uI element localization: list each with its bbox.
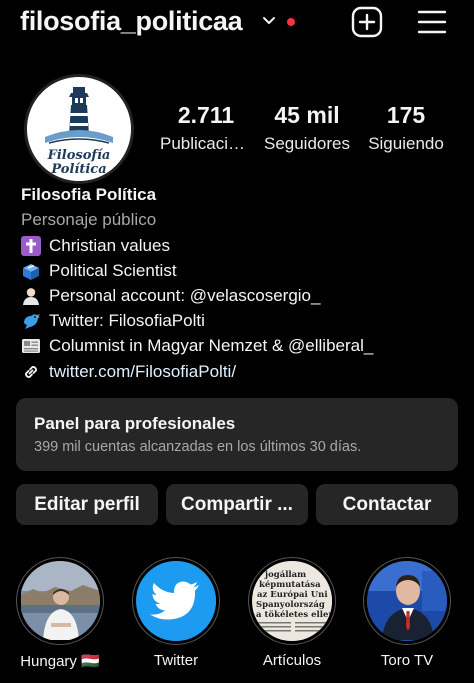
svg-text:képmutatása: képmutatása xyxy=(259,579,321,590)
highlight-cover-twitter xyxy=(136,561,216,641)
svg-text:Política: Política xyxy=(50,162,106,177)
stat-following[interactable]: 175 Siguiendo xyxy=(362,101,450,156)
following-label: Siguiendo xyxy=(368,134,444,153)
followers-label: Seguidores xyxy=(263,134,350,153)
highlight-label: Artículos xyxy=(262,652,322,669)
bio-text: Twitter: FilosofiaPolti xyxy=(49,311,205,331)
share-profile-button[interactable]: Compartir ... xyxy=(166,484,308,525)
highlight-ring: jogállam képmutatása az Európai Uni Span… xyxy=(248,557,336,645)
svg-text:az Európai Uni: az Európai Uni xyxy=(257,589,328,600)
svg-text:jogállam: jogállam xyxy=(264,569,306,580)
posts-label: Publicaciones xyxy=(160,134,252,153)
panel-subtitle: 399 mil cuentas alcanzadas en los último… xyxy=(34,439,362,455)
person-icon xyxy=(23,288,39,305)
notification-dot xyxy=(287,18,295,26)
edit-profile-button[interactable]: Editar perfil xyxy=(16,484,158,525)
highlight-ring xyxy=(16,557,104,645)
panel-title: Panel para profesionales xyxy=(34,414,236,433)
profile-category: Personaje público xyxy=(21,210,157,229)
lighthouse-logo-icon: Filosofía Política xyxy=(27,77,131,181)
svg-text:Spanyolország: Spanyolország xyxy=(256,599,325,610)
bio-text: Christian values xyxy=(49,235,170,255)
highlight-label: Hungary 🇭🇺 xyxy=(20,653,100,670)
highlight-cover-hungary xyxy=(20,561,100,641)
stat-followers[interactable]: 45 mil Seguidores xyxy=(258,101,356,156)
bio-line: Political Scientist xyxy=(21,258,461,283)
bio-text: Columnist in Magyar Nemzet & @elliberal_ xyxy=(49,336,374,356)
highlight-toro-tv[interactable]: Toro TV xyxy=(362,557,452,669)
link-icon xyxy=(25,365,37,378)
highlight-cover-toro-tv xyxy=(367,561,447,641)
followers-count: 45 mil xyxy=(274,102,340,128)
bio-line: Columnist in Magyar Nemzet & @elliberal_ xyxy=(21,334,461,359)
stat-posts[interactable]: 2.711 Publicaciones xyxy=(160,101,252,156)
menu-icon[interactable] xyxy=(417,8,447,36)
highlight-hungary[interactable]: Hungary 🇭🇺 xyxy=(15,557,105,670)
bio-line: Personal account: @velascosergio_ xyxy=(21,283,461,308)
highlight-ring xyxy=(363,557,451,645)
profile-avatar[interactable]: Filosofía Política xyxy=(24,74,134,184)
profile-name: Filosofia Política xyxy=(21,185,157,204)
highlight-articulos[interactable]: jogállam képmutatása az Európai Uni Span… xyxy=(247,557,337,669)
bio-line: Christian values xyxy=(21,233,461,258)
username-switcher[interactable]: filosofia_politicaa xyxy=(20,6,243,37)
latin-cross-icon xyxy=(21,235,41,256)
svg-text:a tökéletes ellen: a tökéletes ellen xyxy=(256,609,332,620)
highlight-label: Toro TV xyxy=(380,652,434,669)
bio-text: Political Scientist xyxy=(49,260,177,280)
newspaper-icon xyxy=(22,339,40,354)
posts-count: 2.711 xyxy=(177,102,235,128)
highlight-twitter[interactable]: Twitter xyxy=(131,557,221,669)
highlight-cover-articulos: jogállam képmutatása az Európai Uni Span… xyxy=(252,561,332,641)
following-count: 175 xyxy=(386,102,426,128)
profile-bio: Christian values Political Scientist Per… xyxy=(21,233,461,384)
contact-button[interactable]: Contactar xyxy=(316,484,458,525)
highlight-label: Twitter xyxy=(153,652,199,669)
bio-link[interactable]: twitter.com/FilosofiaPolti/ xyxy=(21,359,461,384)
create-post-icon[interactable] xyxy=(351,6,383,38)
bio-line: Twitter: FilosofiaPolti xyxy=(21,309,461,334)
bio-link-text[interactable]: twitter.com/FilosofiaPolti/ xyxy=(49,362,236,382)
professional-dashboard[interactable]: Panel para profesionales 399 mil cuentas… xyxy=(16,398,458,471)
twitter-bird-icon xyxy=(136,561,216,640)
svg-text:Filosofía: Filosofía xyxy=(47,148,111,163)
ballot-box-icon xyxy=(23,263,39,280)
bird-icon xyxy=(24,314,40,330)
bio-text: Personal account: @velascosergio_ xyxy=(49,285,321,305)
top-bar: filosofia_politicaa xyxy=(0,0,474,48)
chevron-down-icon[interactable] xyxy=(262,14,276,28)
highlight-ring xyxy=(132,557,220,645)
